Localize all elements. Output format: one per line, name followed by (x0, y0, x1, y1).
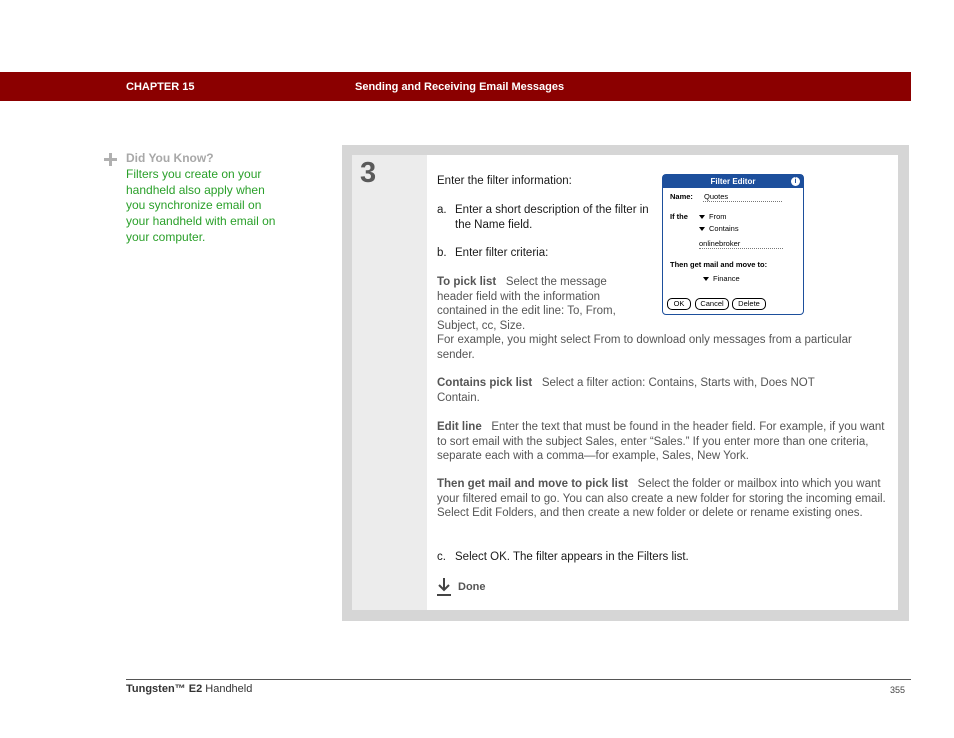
substep-a-text: Enter a short description of the filter … (455, 204, 649, 231)
edit-line-term: Edit line (437, 421, 482, 433)
substep-b-label: b. (437, 247, 447, 259)
substep-c-label: c. (437, 551, 446, 563)
page-number: 355 (890, 685, 906, 695)
did-you-know-body: Filters you create on your handheld also… (126, 167, 276, 244)
edit-line-desc: Enter the text that must be found in the… (437, 421, 885, 462)
plus-icon (104, 153, 117, 166)
edit-line-field (699, 248, 783, 249)
to-pick-list-paragraph: To pick list Select the message header f… (437, 275, 637, 333)
ok-button: OK (667, 298, 691, 310)
folder-pick-list: Finance (703, 274, 740, 283)
then-get-mail-label: Then get mail and move to: (670, 260, 768, 269)
if-the-label: If the (670, 212, 688, 221)
name-value: Quotes (704, 192, 729, 201)
name-label: Name: (670, 192, 693, 201)
product-type: Handheld (202, 683, 253, 695)
info-icon: i (791, 177, 800, 186)
edit-line-value: onlinebroker (699, 239, 741, 248)
field-pick-list: From (699, 212, 727, 221)
substep-a-label: a. (437, 204, 447, 216)
contains-pick-list-term: Contains pick list (437, 377, 533, 389)
substep-b-text: Enter filter criteria: (455, 247, 549, 259)
dropdown-arrow-icon (703, 277, 709, 282)
done-arrow-icon (437, 578, 451, 596)
substep-c-text: Select OK. The filter appears in the Fil… (455, 551, 689, 563)
chapter-number: CHAPTER 15 (126, 81, 195, 93)
to-pick-list-term: To pick list (437, 276, 497, 288)
step-number: 3 (360, 157, 377, 189)
product-name: Tungsten™ E2 (126, 683, 203, 695)
dropdown-arrow-icon (699, 227, 705, 232)
filter-editor-screenshot: Filter Editor i Name: Quotes If the From… (662, 174, 804, 315)
to-pick-list-example: For example, you might select From to do… (437, 334, 852, 361)
delete-button: Delete (732, 298, 766, 310)
chapter-title: Sending and Receiving Email Messages (355, 81, 565, 93)
filter-editor-title: Filter Editor (663, 175, 803, 188)
done-label: Done (458, 581, 486, 593)
footer-divider (126, 679, 911, 680)
then-get-mail-paragraph: Then get mail and move to pick list Sele… (437, 477, 887, 521)
name-field-line (703, 201, 782, 202)
edit-line-paragraph: Edit line Enter the text that must be fo… (437, 420, 885, 464)
did-you-know-title: Did You Know? (126, 151, 214, 165)
contains-pick-list-paragraph: Contains pick list Select a filter actio… (437, 376, 857, 405)
dropdown-arrow-icon (699, 215, 705, 220)
cancel-button: Cancel (695, 298, 729, 310)
then-get-mail-term: Then get mail and move to pick list (437, 478, 629, 490)
action-pick-list: Contains (699, 224, 739, 233)
footer-product: Tungsten™ E2 Handheld (126, 683, 252, 695)
step-number-column (352, 155, 427, 610)
step-intro: Enter the filter information: (437, 175, 572, 187)
